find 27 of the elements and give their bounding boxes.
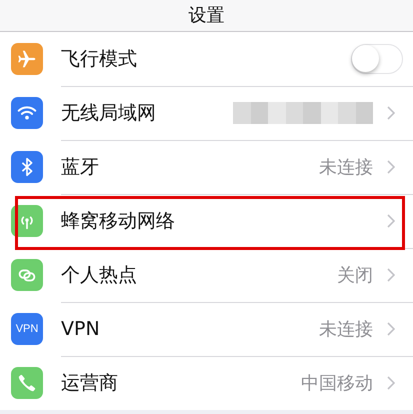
settings-row[interactable]: VPN VPN 未连接 xyxy=(0,302,413,356)
row-value: 未连接 xyxy=(319,318,373,340)
chevron-icon xyxy=(387,322,395,336)
chevron-icon xyxy=(387,214,395,228)
chevron-icon xyxy=(387,160,395,174)
chevron-icon xyxy=(387,376,395,390)
settings-row[interactable]: 无线局域网 xyxy=(0,86,413,140)
settings-row[interactable]: 蜂窝移动网络 xyxy=(0,194,413,248)
row-label: 个人热点 xyxy=(61,262,138,288)
row-label: 蓝牙 xyxy=(61,154,100,180)
chevron-icon xyxy=(387,106,395,120)
row-value: 中国移动 xyxy=(301,372,373,395)
toggle-switch[interactable] xyxy=(351,44,403,74)
chevron-icon xyxy=(387,268,395,282)
settings-row[interactable]: 飞行模式 xyxy=(0,32,413,86)
row-label: 飞行模式 xyxy=(61,46,138,72)
vpn-icon: VPN xyxy=(11,313,43,345)
row-value: 未连接 xyxy=(319,156,373,178)
settings-row[interactable]: 运营商 中国移动 xyxy=(0,356,413,410)
window-title: 设置 xyxy=(188,5,224,27)
settings-row[interactable]: 蓝牙 未连接 xyxy=(0,140,413,194)
row-value: 关闭 xyxy=(337,264,373,286)
row-label: 无线局域网 xyxy=(61,100,157,126)
settings-row[interactable]: 个人热点 关闭 xyxy=(0,248,413,302)
row-label: 运营商 xyxy=(61,371,119,396)
row-label: 蜂窝移动网络 xyxy=(61,208,176,234)
row-label: VPN xyxy=(61,318,101,340)
